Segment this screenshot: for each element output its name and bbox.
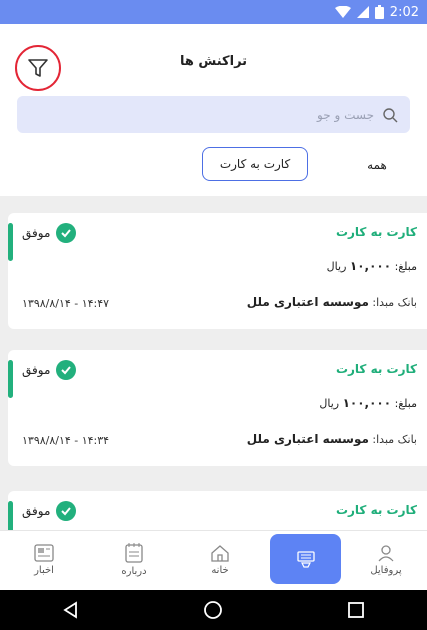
- user-icon: [378, 545, 394, 562]
- amount-prefix: مبلغ:: [394, 260, 417, 273]
- transactions-icon: [296, 551, 315, 568]
- back-icon[interactable]: [62, 601, 80, 619]
- amount-currency: ریال: [326, 260, 347, 273]
- transaction-type: کارت به کارت: [335, 225, 417, 239]
- bank-name: موسسه اعتباری ملل: [246, 295, 369, 309]
- status-label: موفق: [22, 363, 51, 377]
- transaction-card[interactable]: کارت به کارت موفق مبلغ: ۱۰,۰۰۰ ریال بانک…: [8, 213, 427, 329]
- signal-icon: [356, 6, 369, 18]
- transaction-status: موفق: [22, 501, 77, 521]
- transaction-amount: مبلغ: ۱۰۰,۰۰۰ ریال: [319, 396, 417, 410]
- nav-label-home: خانه: [211, 565, 229, 576]
- amount-value: ۱۰۰,۰۰۰: [342, 396, 392, 410]
- transaction-list[interactable]: کارت به کارت موفق مبلغ: ۱۰,۰۰۰ ریال بانک…: [0, 196, 427, 530]
- battery-icon: [374, 5, 384, 19]
- amount-currency: ریال: [319, 397, 340, 410]
- card-accent-bar: [8, 360, 13, 398]
- filter-chip-all[interactable]: همه: [345, 148, 409, 182]
- transaction-card[interactable]: کارت به کارت موفق: [8, 491, 427, 530]
- transaction-bank: بانک مبدا: موسسه اعتباری ملل: [247, 432, 417, 446]
- check-icon: [56, 223, 77, 243]
- transaction-status: موفق: [22, 223, 77, 243]
- filter-button[interactable]: [15, 45, 61, 91]
- page-title: تراکنش ها: [179, 54, 248, 69]
- notepad-icon: [125, 543, 143, 563]
- transaction-type: کارت به کارت: [335, 362, 417, 376]
- filter-icon: [28, 59, 48, 77]
- nav-label-news: اخبار: [34, 565, 54, 576]
- status-bar: 2:02: [0, 0, 427, 24]
- search-bar[interactable]: جست و جو: [17, 96, 410, 133]
- news-icon: [34, 544, 54, 562]
- nav-item-home[interactable]: خانه: [184, 531, 256, 589]
- transaction-type: کارت به کارت: [335, 503, 417, 517]
- bank-name: موسسه اعتباری ملل: [246, 432, 369, 446]
- transaction-datetime: ۱۳۹۸/۸/۱۴ - ۱۴:۳۴: [22, 434, 110, 447]
- home-icon: [211, 545, 229, 562]
- nav-label-profile: پروفایل: [370, 565, 402, 576]
- home-circle-icon[interactable]: [203, 600, 223, 620]
- transaction-bank: بانک مبدا: موسسه اعتباری ملل: [247, 295, 417, 309]
- bottom-navigation: اخبار درباره خانه پروفایل: [0, 530, 427, 590]
- bank-label: بانک مبدا:: [372, 433, 417, 446]
- system-navigation-bar: [0, 590, 427, 630]
- transaction-status: موفق: [22, 360, 77, 380]
- nav-item-about[interactable]: درباره: [98, 531, 170, 589]
- transaction-card[interactable]: کارت به کارت موفق مبلغ: ۱۰۰,۰۰۰ ریال بان…: [8, 350, 427, 466]
- status-label: موفق: [22, 226, 51, 240]
- app-header: تراکنش ها: [0, 24, 427, 96]
- nav-item-transactions[interactable]: [270, 534, 341, 584]
- nav-item-news[interactable]: اخبار: [8, 531, 80, 589]
- status-time: 2:02: [389, 4, 419, 20]
- transaction-amount: مبلغ: ۱۰,۰۰۰ ریال: [327, 259, 417, 273]
- check-icon: [56, 360, 77, 380]
- bank-label: بانک مبدا:: [372, 296, 417, 309]
- amount-prefix: مبلغ:: [394, 397, 417, 410]
- card-accent-bar: [8, 501, 13, 530]
- transaction-datetime: ۱۳۹۸/۸/۱۴ - ۱۴:۴۷: [22, 297, 110, 310]
- recents-icon[interactable]: [347, 601, 365, 619]
- filter-chip-card-to-card[interactable]: کارت به کارت: [202, 147, 308, 181]
- wifi-icon: [334, 6, 351, 18]
- amount-value: ۱۰,۰۰۰: [349, 259, 392, 273]
- card-accent-bar: [8, 223, 13, 261]
- status-label: موفق: [22, 504, 51, 518]
- nav-item-profile[interactable]: پروفایل: [350, 531, 422, 589]
- search-icon: [383, 107, 398, 122]
- check-icon: [56, 501, 77, 521]
- nav-label-about: درباره: [121, 566, 147, 577]
- search-placeholder: جست و جو: [317, 107, 374, 122]
